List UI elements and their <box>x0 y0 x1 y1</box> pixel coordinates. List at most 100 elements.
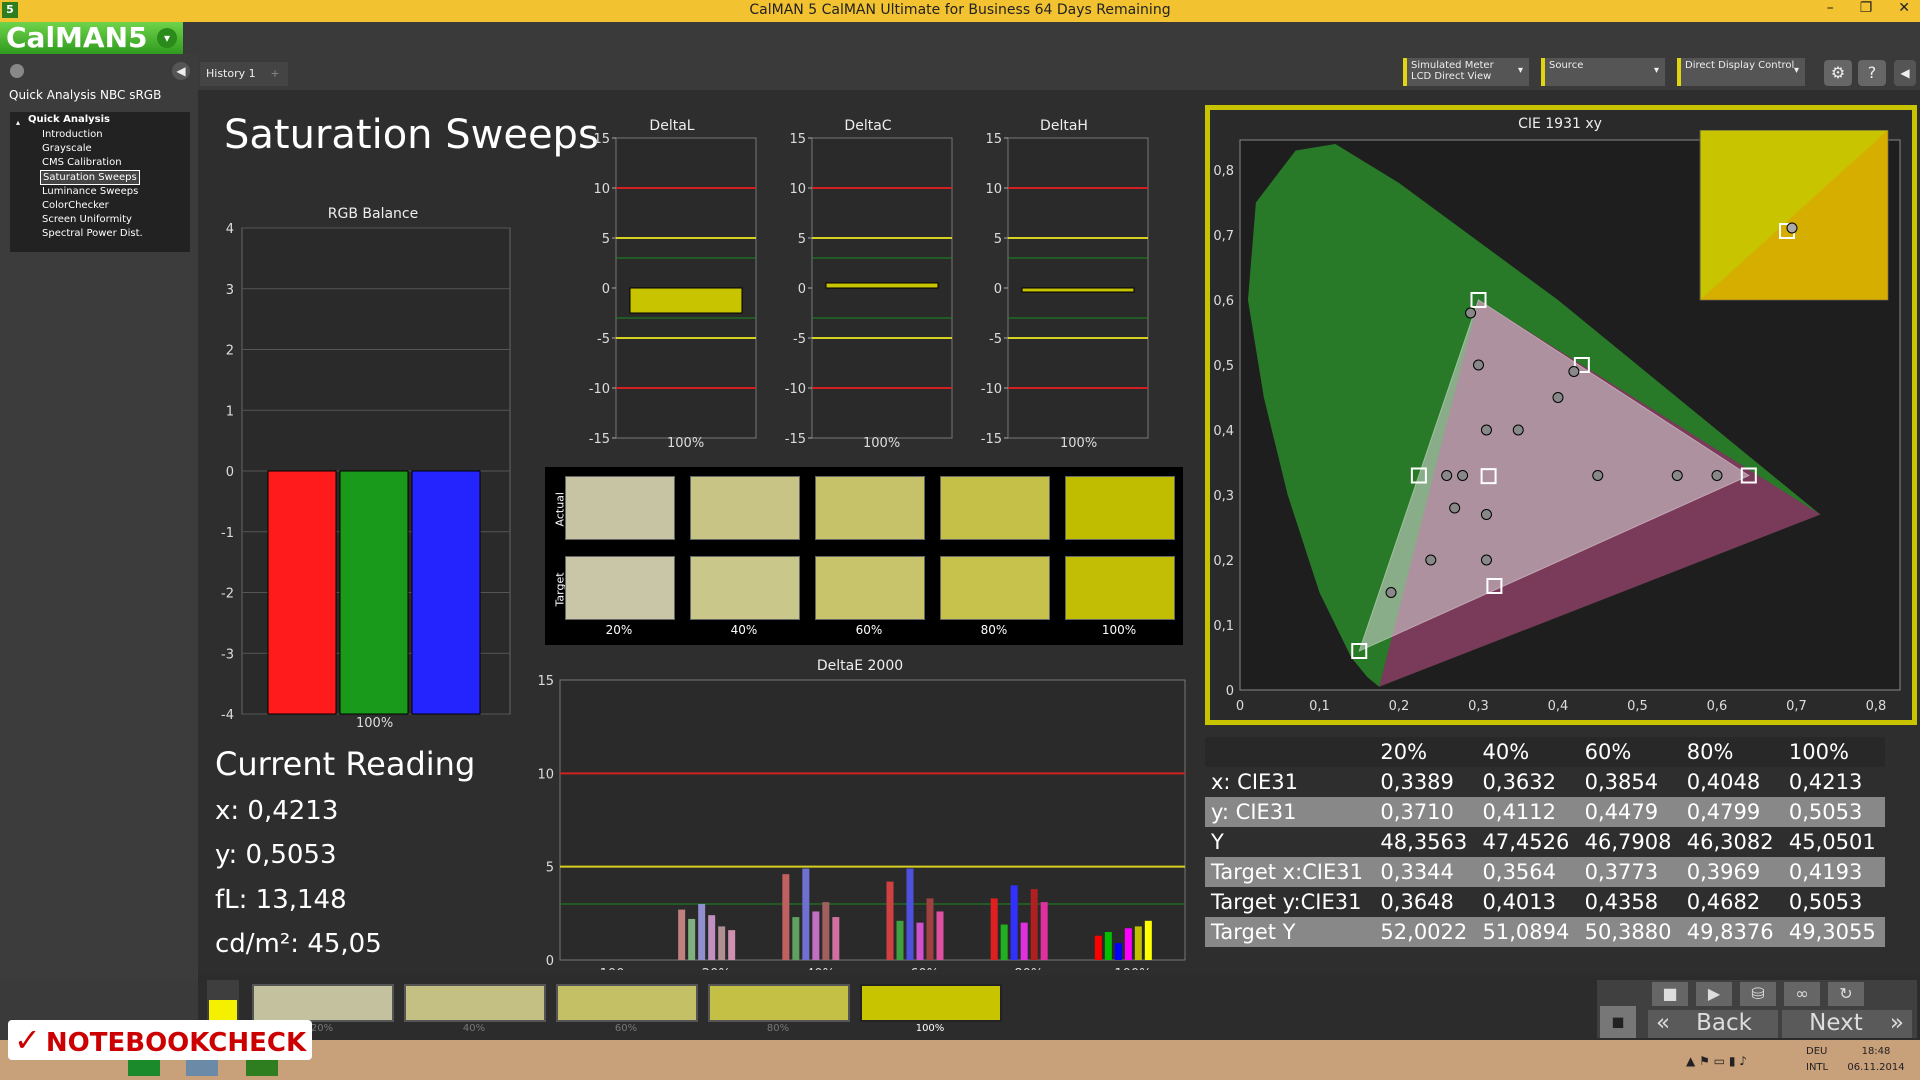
nav-item-cms-calibration[interactable]: CMS Calibration <box>42 156 122 169</box>
measured-point <box>1441 470 1453 481</box>
tray-arrow-icon[interactable]: ▲ <box>1686 1054 1695 1068</box>
x-tick-label: 0 <box>1236 699 1244 714</box>
flag-icon[interactable]: ⚑ <box>1699 1054 1710 1068</box>
table-row: y: CIE31 0,3710 0,4112 0,4479 0,4799 0,5053 <box>1205 797 1885 827</box>
tab-add-button[interactable]: + <box>262 62 288 86</box>
swatch-actual <box>815 476 925 540</box>
chevron-down-icon: ▾ <box>1653 65 1659 76</box>
nav-item-spectral-power[interactable]: Spectral Power Dist. <box>42 227 143 240</box>
y-tick-label: -10 <box>589 382 610 397</box>
column-header: 40% <box>1476 737 1579 767</box>
progress-swatch-button[interactable] <box>404 984 546 1022</box>
y-tick-label: 0 <box>546 954 554 969</box>
tree-expand-icon[interactable]: ▴ <box>16 118 20 127</box>
measured-point <box>1671 470 1683 481</box>
volume-icon[interactable]: ♪ <box>1739 1054 1747 1068</box>
display-control-dropdown[interactable]: Direct Display Control ▾ <box>1677 58 1805 86</box>
deltae-bar <box>916 922 924 960</box>
tab-history-1[interactable]: History 1 <box>200 62 262 86</box>
table-cell: 0,3344 <box>1374 857 1477 887</box>
meter-dropdown[interactable]: Simulated Meter LCD Direct View ▾ <box>1403 58 1529 86</box>
nav-item-saturation-sweeps[interactable]: Saturation Sweeps <box>40 170 140 185</box>
next-button[interactable]: Next » <box>1782 1010 1912 1038</box>
progress-swatch-button[interactable] <box>556 984 698 1022</box>
restore-icon[interactable]: ❐ <box>1860 0 1873 16</box>
collapse-left-icon[interactable]: ◀ <box>172 62 190 80</box>
table-cell: 0,3969 <box>1680 857 1783 887</box>
table-cell: 49,3055 <box>1782 917 1885 947</box>
table-cell: 0,4682 <box>1680 887 1783 917</box>
next-label: Next <box>1809 1010 1863 1036</box>
tray-icons: ▲ ⚑ ▭ ▮ ♪ <box>1686 1054 1747 1068</box>
refresh-icon[interactable]: ↻ <box>1828 982 1864 1006</box>
signal-icon[interactable]: ▮ <box>1729 1054 1736 1068</box>
table-cell: 45,0501 <box>1782 827 1885 857</box>
table-cell: 0,5053 <box>1782 797 1885 827</box>
column-header: 60% <box>1578 737 1681 767</box>
swatch-label: 80% <box>980 623 1008 637</box>
table-cell: 0,4479 <box>1578 797 1681 827</box>
progress-swatch-button[interactable] <box>708 984 850 1022</box>
table-cell: 0,4799 <box>1680 797 1783 827</box>
row-label: x: CIE31 <box>1205 767 1375 797</box>
watermark-text: NOTEBOOKCHECK <box>45 1028 307 1058</box>
lang-secondary: INTL <box>1806 1062 1829 1073</box>
y-tick-label: -5 <box>793 332 806 347</box>
table-row: x: CIE31 0,3389 0,3632 0,3854 0,4048 0,4213 <box>1205 767 1885 797</box>
table-cell: 0,4193 <box>1782 857 1885 887</box>
deltae-bar <box>802 868 810 960</box>
nav-item-luminance-sweeps[interactable]: Luminance Sweeps <box>42 185 138 198</box>
stop-icon[interactable]: ■ <box>1652 982 1688 1006</box>
measured-point <box>1480 424 1492 436</box>
collapse-right-icon[interactable]: ◀ <box>1894 60 1916 86</box>
record-icon[interactable]: ◼ <box>1600 1006 1636 1038</box>
nav-item-colorchecker[interactable]: ColorChecker <box>42 199 109 212</box>
language-indicator[interactable]: DEU INTL <box>1806 1044 1828 1076</box>
progress-swatch-button[interactable] <box>860 984 1002 1022</box>
source-dropdown[interactable]: Source ▾ <box>1541 58 1665 86</box>
page-title: Saturation Sweeps <box>224 112 599 158</box>
y-tick-label: -2 <box>221 587 234 602</box>
y-tick-label: 0,4 <box>1213 424 1234 439</box>
measured-point <box>1711 470 1723 481</box>
loop-icon[interactable]: ∞ <box>1784 982 1820 1006</box>
measured-point <box>1512 424 1524 436</box>
progress-swatch-button[interactable] <box>252 984 394 1022</box>
table-cell: 0,4112 <box>1476 797 1579 827</box>
gear-icon[interactable]: ⚙ <box>1824 60 1852 86</box>
row-label: Target x:CIE31 <box>1205 857 1375 887</box>
minimize-icon[interactable]: – <box>1827 0 1834 16</box>
deltae-bar <box>1020 922 1028 960</box>
y-tick-label: -4 <box>221 708 234 723</box>
y-tick-label: -5 <box>989 332 1002 347</box>
play-icon[interactable]: ▶ <box>1696 982 1732 1006</box>
deltae-bar <box>792 917 800 960</box>
nav-item-screen-uniformity[interactable]: Screen Uniformity <box>42 213 132 226</box>
tree-root[interactable]: Quick Analysis <box>28 114 110 125</box>
close-icon[interactable]: ✕ <box>1898 0 1910 16</box>
x-tick-label: 0,6 <box>1707 699 1728 714</box>
column-header: 100% <box>1782 737 1885 767</box>
deltae-bar <box>728 930 736 960</box>
y-tick-label: 10 <box>985 182 1002 197</box>
clock[interactable]: 18:48 06.11.2014 <box>1846 1044 1906 1076</box>
row-label: y: CIE31 <box>1205 797 1375 827</box>
battery-icon[interactable]: ▭ <box>1714 1054 1725 1068</box>
save-icon[interactable]: ⛁ <box>1740 982 1776 1006</box>
help-icon[interactable]: ? <box>1858 60 1886 86</box>
y-tick-label: 0,1 <box>1213 619 1234 634</box>
delta-bar <box>1021 287 1135 293</box>
deltae-bar <box>1144 920 1152 960</box>
back-button[interactable]: « Back <box>1648 1010 1778 1038</box>
calman-logo-button[interactable]: CalMAN5 ▾ <box>0 22 183 54</box>
x-tick-label: 0,8 <box>1866 699 1887 714</box>
settings-dot-icon[interactable] <box>10 64 24 78</box>
notebookcheck-watermark: ✓ NOTEBOOKCHECK <box>8 1020 313 1060</box>
nav-item-introduction[interactable]: Introduction <box>42 128 103 141</box>
table-cell: 52,0022 <box>1374 917 1477 947</box>
nav-item-grayscale[interactable]: Grayscale <box>42 142 92 155</box>
logo-text: CalMAN5 <box>6 21 148 54</box>
table-header: 20% 40% 60% 80% 100% <box>1205 737 1885 767</box>
y-tick-label: 15 <box>593 132 610 147</box>
column-header: 80% <box>1680 737 1783 767</box>
